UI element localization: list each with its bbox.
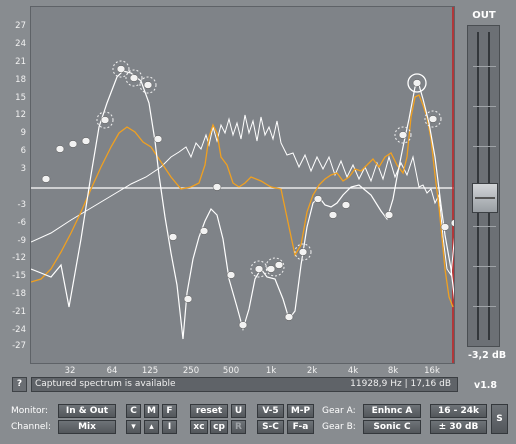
y-tick: -21 [12, 307, 26, 317]
version-label: v1.8 [474, 380, 498, 391]
x-tick: 125 [141, 366, 159, 376]
band-node [412, 79, 422, 87]
db-range-button[interactable]: ± 30 dB [430, 420, 487, 434]
y-tick: -15 [12, 271, 26, 281]
eq-curves [31, 7, 454, 363]
i-button[interactable]: I [162, 420, 177, 434]
x-tick: 2k [306, 366, 318, 376]
channel-mode-button[interactable]: Mix [58, 420, 116, 434]
y-tick: 27 [15, 21, 26, 31]
output-gain-readout: -3,2 dB [467, 350, 507, 361]
frequency-range-button[interactable]: 16 - 24k [430, 404, 487, 418]
band-node [212, 183, 222, 191]
x-tick: 16k [424, 366, 440, 376]
y-tick: 6 [20, 146, 26, 156]
band-node [100, 116, 110, 124]
cursor-readout: 11928,9 Hz | 17,16 dB [350, 379, 451, 389]
gear-a-label: Gear A: [322, 406, 356, 416]
eq-display[interactable] [30, 6, 455, 364]
x-tick: 1k [265, 366, 277, 376]
band-node [81, 137, 91, 145]
band-node [284, 313, 294, 321]
y-tick: 24 [15, 39, 26, 49]
band-node [168, 233, 178, 241]
sc-button[interactable]: S-C [257, 420, 284, 434]
eq-response-curve [31, 70, 454, 340]
c-button[interactable]: C [126, 404, 141, 418]
band-node [328, 211, 338, 219]
band-node [440, 223, 450, 231]
x-tick: 32 [64, 366, 76, 376]
y-tick: -24 [12, 325, 26, 335]
y-tick: 12 [15, 110, 26, 120]
reset-button[interactable]: reset [190, 404, 228, 418]
y-tick: -18 [12, 289, 26, 299]
x-tick: 64 [106, 366, 118, 376]
out-label: OUT [472, 10, 496, 21]
monitor-mode-button[interactable]: In & Out [58, 404, 116, 418]
s-button[interactable]: S [491, 404, 508, 434]
selected-node-rings [96, 60, 442, 278]
y-tick: 9 [20, 128, 26, 138]
band-node [341, 201, 351, 209]
band-node [68, 140, 78, 148]
band-node [298, 248, 308, 256]
band-node [450, 219, 454, 227]
gear-b-label: Gear B: [322, 422, 356, 432]
m-button[interactable]: M [144, 404, 159, 418]
band-node [238, 321, 248, 329]
band-node [398, 131, 408, 139]
x-tick: 500 [222, 366, 240, 376]
band-node [384, 211, 394, 219]
x-tick: 8k [387, 366, 399, 376]
x-tick: 4k [347, 366, 359, 376]
band-node [153, 135, 163, 143]
captured-spectrum-curve [31, 114, 454, 277]
status-message: Captured spectrum is available [35, 379, 176, 389]
up-button[interactable]: ▴ [144, 420, 159, 434]
down-button[interactable]: ▾ [126, 420, 141, 434]
r-button[interactable]: R [231, 420, 246, 434]
gear-a-curve [31, 94, 454, 308]
band-node [274, 261, 284, 269]
band-node [226, 271, 236, 279]
band-node [428, 115, 438, 123]
band-node [129, 74, 139, 82]
f-button[interactable]: F [162, 404, 177, 418]
xc-button[interactable]: xc [190, 420, 208, 434]
u-button[interactable]: U [231, 404, 246, 418]
band-node [143, 81, 153, 89]
y-tick: -3 [17, 200, 26, 210]
v5-button[interactable]: V-5 [257, 404, 284, 418]
y-tick: -6 [17, 218, 26, 228]
help-button[interactable]: ? [12, 377, 27, 392]
status-bar: Captured spectrum is available 11928,9 H… [31, 377, 458, 392]
band-node [183, 295, 193, 303]
x-tick: 250 [182, 366, 200, 376]
band-node [313, 195, 323, 203]
y-tick: 15 [15, 93, 26, 103]
gear-a-selector[interactable]: Enhnc A [363, 404, 421, 418]
band-node [199, 227, 209, 235]
band-node [266, 265, 276, 273]
monitor-label: Monitor: [11, 406, 49, 416]
mp-button[interactable]: M-P [287, 404, 314, 418]
y-tick: -9 [17, 236, 26, 246]
channel-label: Channel: [11, 422, 51, 432]
band-node [116, 65, 126, 73]
y-tick: 18 [15, 75, 26, 85]
band-node [41, 175, 51, 183]
output-gain-fader[interactable] [472, 183, 498, 213]
band-node [254, 265, 264, 273]
y-tick: -12 [12, 253, 26, 263]
band-node [55, 145, 65, 153]
y-tick: 3 [20, 164, 26, 174]
cp-button[interactable]: cp [210, 420, 228, 434]
fa-button[interactable]: F-a [287, 420, 314, 434]
y-tick: -27 [12, 341, 26, 351]
y-tick: 21 [15, 57, 26, 67]
gear-b-selector[interactable]: Sonic C [363, 420, 421, 434]
